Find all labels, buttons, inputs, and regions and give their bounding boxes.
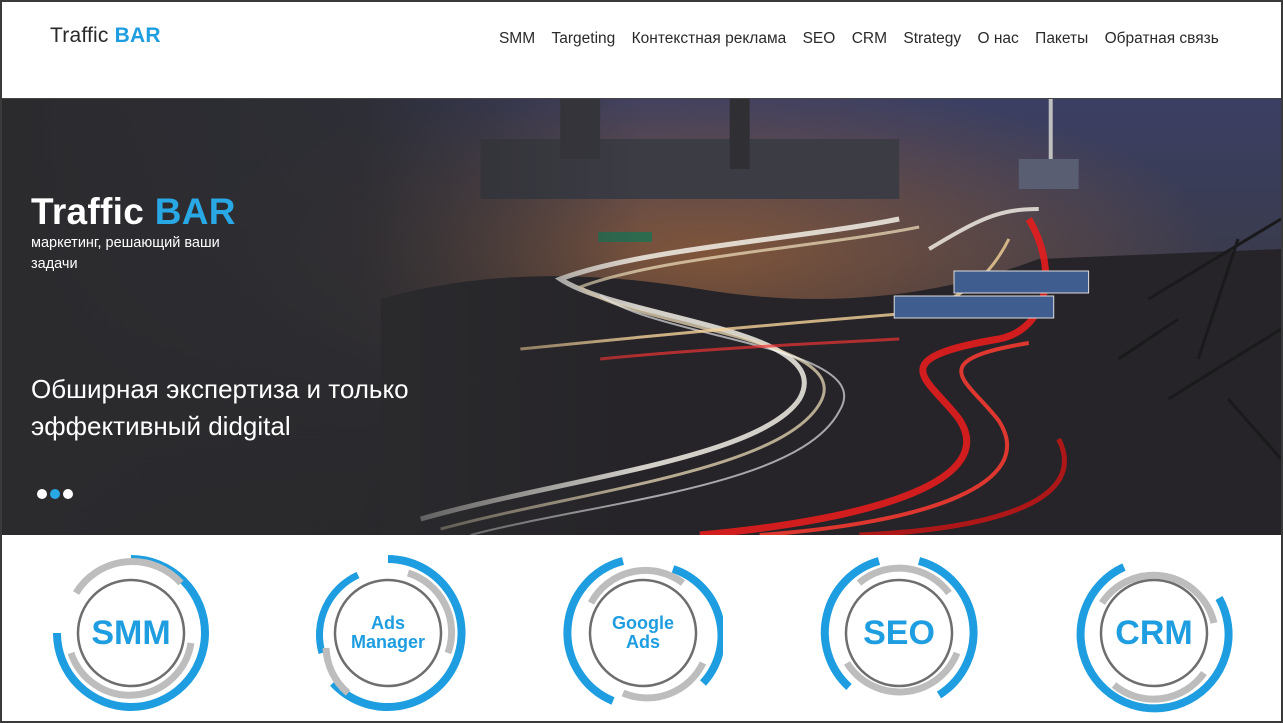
logo-accent-text: BAR [114,24,161,47]
page-frame: Traffic BAR SMM Targeting Контекстная ре… [0,0,1283,723]
slider-dot[interactable] [37,489,47,499]
service-label: CRM [1115,613,1193,652]
site-header: Traffic BAR SMM Targeting Контекстная ре… [2,2,1281,99]
nav-item-feedback[interactable]: Обратная связь [1096,30,1227,48]
hero-title-main: Traffic [31,191,145,232]
service-seo[interactable]: SEO [819,553,979,713]
logo-text: Traffic [50,24,109,47]
slider-dot[interactable] [63,489,73,499]
slider-dots [37,489,73,499]
nav-item-seo[interactable]: SEO [794,30,843,48]
service-ads-manager[interactable]: Ads Manager [308,553,468,713]
nav-item-crm[interactable]: CRM [844,30,896,48]
service-crm[interactable]: CRM [1074,553,1234,713]
nav-item-context-ads[interactable]: Контекстная реклама [623,30,794,48]
nav-item-strategy[interactable]: Strategy [895,30,969,48]
logo[interactable]: Traffic BAR [50,24,161,48]
nav-item-packages[interactable]: Пакеты [1027,30,1096,48]
hero-title-accent: BAR [154,191,236,232]
service-label: Google Ads [612,613,674,652]
hero-banner: Traffic BAR маркетинг, решающий ваши зад… [2,99,1281,535]
service-smm[interactable]: SMM [51,553,211,713]
main-nav: SMM Targeting Контекстная реклама SEO CR… [491,30,1227,48]
service-google-ads[interactable]: Google Ads [563,553,723,713]
nav-item-about[interactable]: О нас [969,30,1027,48]
hero-subtitle: маркетинг, решающий ваши задачи [31,235,220,272]
hero-tagline: Обширная экспертиза и только эффективный… [31,374,409,441]
service-label: Ads Manager [350,613,426,652]
hero-title: Traffic BAR [31,191,236,233]
hero-background-image [2,99,1281,535]
nav-item-smm[interactable]: SMM [491,30,544,48]
service-label: SMM [91,613,171,652]
service-label: SEO [863,613,935,652]
slider-dot-active[interactable] [50,489,60,499]
nav-item-targeting[interactable]: Targeting [543,30,623,48]
services-section: SMM Ads Manager Google Ads SEO CRM [2,535,1281,721]
